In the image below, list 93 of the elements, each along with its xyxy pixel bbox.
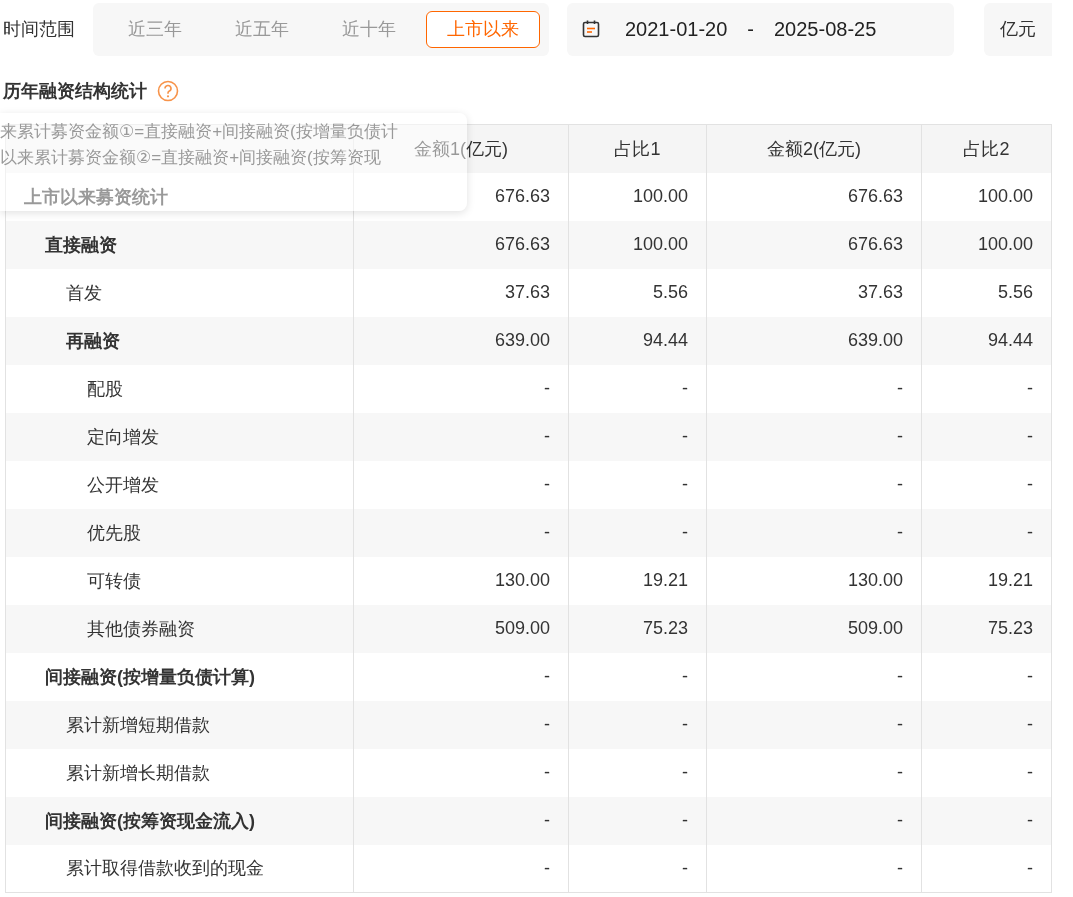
table-cell: - bbox=[921, 748, 1052, 797]
table-cell: - bbox=[568, 508, 707, 557]
row-label: 首发 bbox=[65, 281, 102, 305]
help-icon[interactable] bbox=[157, 80, 179, 102]
table-cell: - bbox=[353, 364, 569, 413]
date-separator: - bbox=[747, 17, 754, 41]
table-cell: - bbox=[706, 844, 922, 893]
table-cell: 75.23 bbox=[921, 604, 1052, 653]
row-label: 累计取得借款收到的现金 bbox=[65, 857, 264, 881]
table-cell: 94.44 bbox=[921, 316, 1052, 365]
range-tab[interactable]: 近十年 bbox=[319, 10, 419, 48]
end-date: 2025-08-25 bbox=[774, 17, 877, 41]
table-cell: 676.63 bbox=[706, 220, 922, 269]
table-cell: - bbox=[568, 460, 707, 509]
table-cell: 94.44 bbox=[568, 316, 707, 365]
row-label: 再融资 bbox=[65, 329, 120, 353]
table-cell: - bbox=[921, 652, 1052, 701]
row-label: 定向增发 bbox=[86, 425, 159, 449]
row-label: 累计新增长期借款 bbox=[65, 761, 210, 785]
row-label: 其他债券融资 bbox=[86, 617, 195, 641]
tooltip-text: 以来累计募资金额②=直接融资+间接融资(按筹资现 bbox=[0, 147, 381, 169]
column-header: 金额2(亿元) bbox=[706, 124, 922, 173]
table-cell: - bbox=[921, 844, 1052, 893]
range-tab[interactable]: 近三年 bbox=[105, 10, 204, 48]
row-label: 优先股 bbox=[86, 521, 141, 545]
column-header: 占比2 bbox=[921, 124, 1052, 173]
table-cell: - bbox=[568, 700, 707, 749]
table-cell: 100.00 bbox=[568, 220, 707, 269]
table-cell: - bbox=[706, 796, 922, 845]
table-cell: 509.00 bbox=[706, 604, 922, 653]
table-cell: - bbox=[353, 796, 569, 845]
table-cell: - bbox=[353, 844, 569, 893]
table-cell: 130.00 bbox=[353, 556, 569, 605]
table-cell: 19.21 bbox=[568, 556, 707, 605]
row-label: 可转债 bbox=[86, 569, 141, 593]
table-cell: - bbox=[353, 652, 569, 701]
table-cell: 5.56 bbox=[921, 268, 1052, 317]
table-cell: 37.63 bbox=[353, 268, 569, 317]
row-label: 间接融资(按筹资现金流入) bbox=[44, 809, 255, 833]
table-cell: - bbox=[706, 652, 922, 701]
tooltip-text: 来累计募资金额①=直接融资+间接融资(按增量负债计 bbox=[0, 121, 398, 143]
table-cell: - bbox=[568, 412, 707, 461]
row-label: 间接融资(按增量负债计算) bbox=[44, 665, 255, 689]
table-cell: - bbox=[706, 748, 922, 797]
table-cell: 5.56 bbox=[568, 268, 707, 317]
table-cell: 639.00 bbox=[353, 316, 569, 365]
table-cell: - bbox=[706, 460, 922, 509]
table-cell: 639.00 bbox=[706, 316, 922, 365]
table-cell: - bbox=[706, 412, 922, 461]
table-cell: 509.00 bbox=[353, 604, 569, 653]
row-label: 公开增发 bbox=[86, 473, 159, 497]
table-cell: - bbox=[353, 508, 569, 557]
row-label: 直接融资 bbox=[44, 233, 117, 257]
table-cell: 75.23 bbox=[568, 604, 707, 653]
table-cell: - bbox=[706, 364, 922, 413]
table-cell: - bbox=[353, 748, 569, 797]
table-cell: 100.00 bbox=[921, 220, 1052, 269]
row-label: 累计新增短期借款 bbox=[65, 713, 210, 737]
section-title: 历年融资结构统计 bbox=[3, 80, 147, 103]
calendar-icon bbox=[581, 19, 601, 39]
table-cell: - bbox=[921, 700, 1052, 749]
table-cell: 19.21 bbox=[921, 556, 1052, 605]
column-header: 占比1 bbox=[568, 124, 707, 173]
table-cell: - bbox=[568, 844, 707, 893]
table-cell: - bbox=[706, 508, 922, 557]
table-cell: 100.00 bbox=[568, 172, 707, 221]
table-cell: - bbox=[921, 460, 1052, 509]
table-cell: - bbox=[921, 364, 1052, 413]
start-date: 2021-01-20 bbox=[625, 17, 728, 41]
table-cell: - bbox=[353, 460, 569, 509]
row-label: 上市以来募资统计 bbox=[23, 185, 168, 209]
range-tab[interactable]: 上市以来 bbox=[426, 10, 540, 48]
filter-label: 时间范围 bbox=[3, 18, 76, 41]
table-cell: - bbox=[921, 796, 1052, 845]
table-cell: - bbox=[706, 700, 922, 749]
row-label: 配股 bbox=[86, 377, 123, 401]
date-range-field[interactable]: 2021-01-20 - 2025-08-25 bbox=[567, 2, 954, 56]
table-cell: - bbox=[921, 412, 1052, 461]
unit-dropdown[interactable]: 亿元 bbox=[984, 2, 1052, 56]
table-cell: - bbox=[568, 796, 707, 845]
table-cell: 676.63 bbox=[353, 220, 569, 269]
table-cell: - bbox=[353, 412, 569, 461]
table-cell: 37.63 bbox=[706, 268, 922, 317]
range-tab[interactable]: 近五年 bbox=[212, 10, 312, 48]
table-cell: - bbox=[921, 508, 1052, 557]
table-cell: 100.00 bbox=[921, 172, 1052, 221]
table-cell: - bbox=[568, 652, 707, 701]
table-cell: 676.63 bbox=[353, 172, 569, 221]
table-cell: 676.63 bbox=[706, 172, 922, 221]
table-cell: 130.00 bbox=[706, 556, 922, 605]
table-cell: - bbox=[568, 748, 707, 797]
table-cell: - bbox=[353, 700, 569, 749]
table-cell: - bbox=[568, 364, 707, 413]
